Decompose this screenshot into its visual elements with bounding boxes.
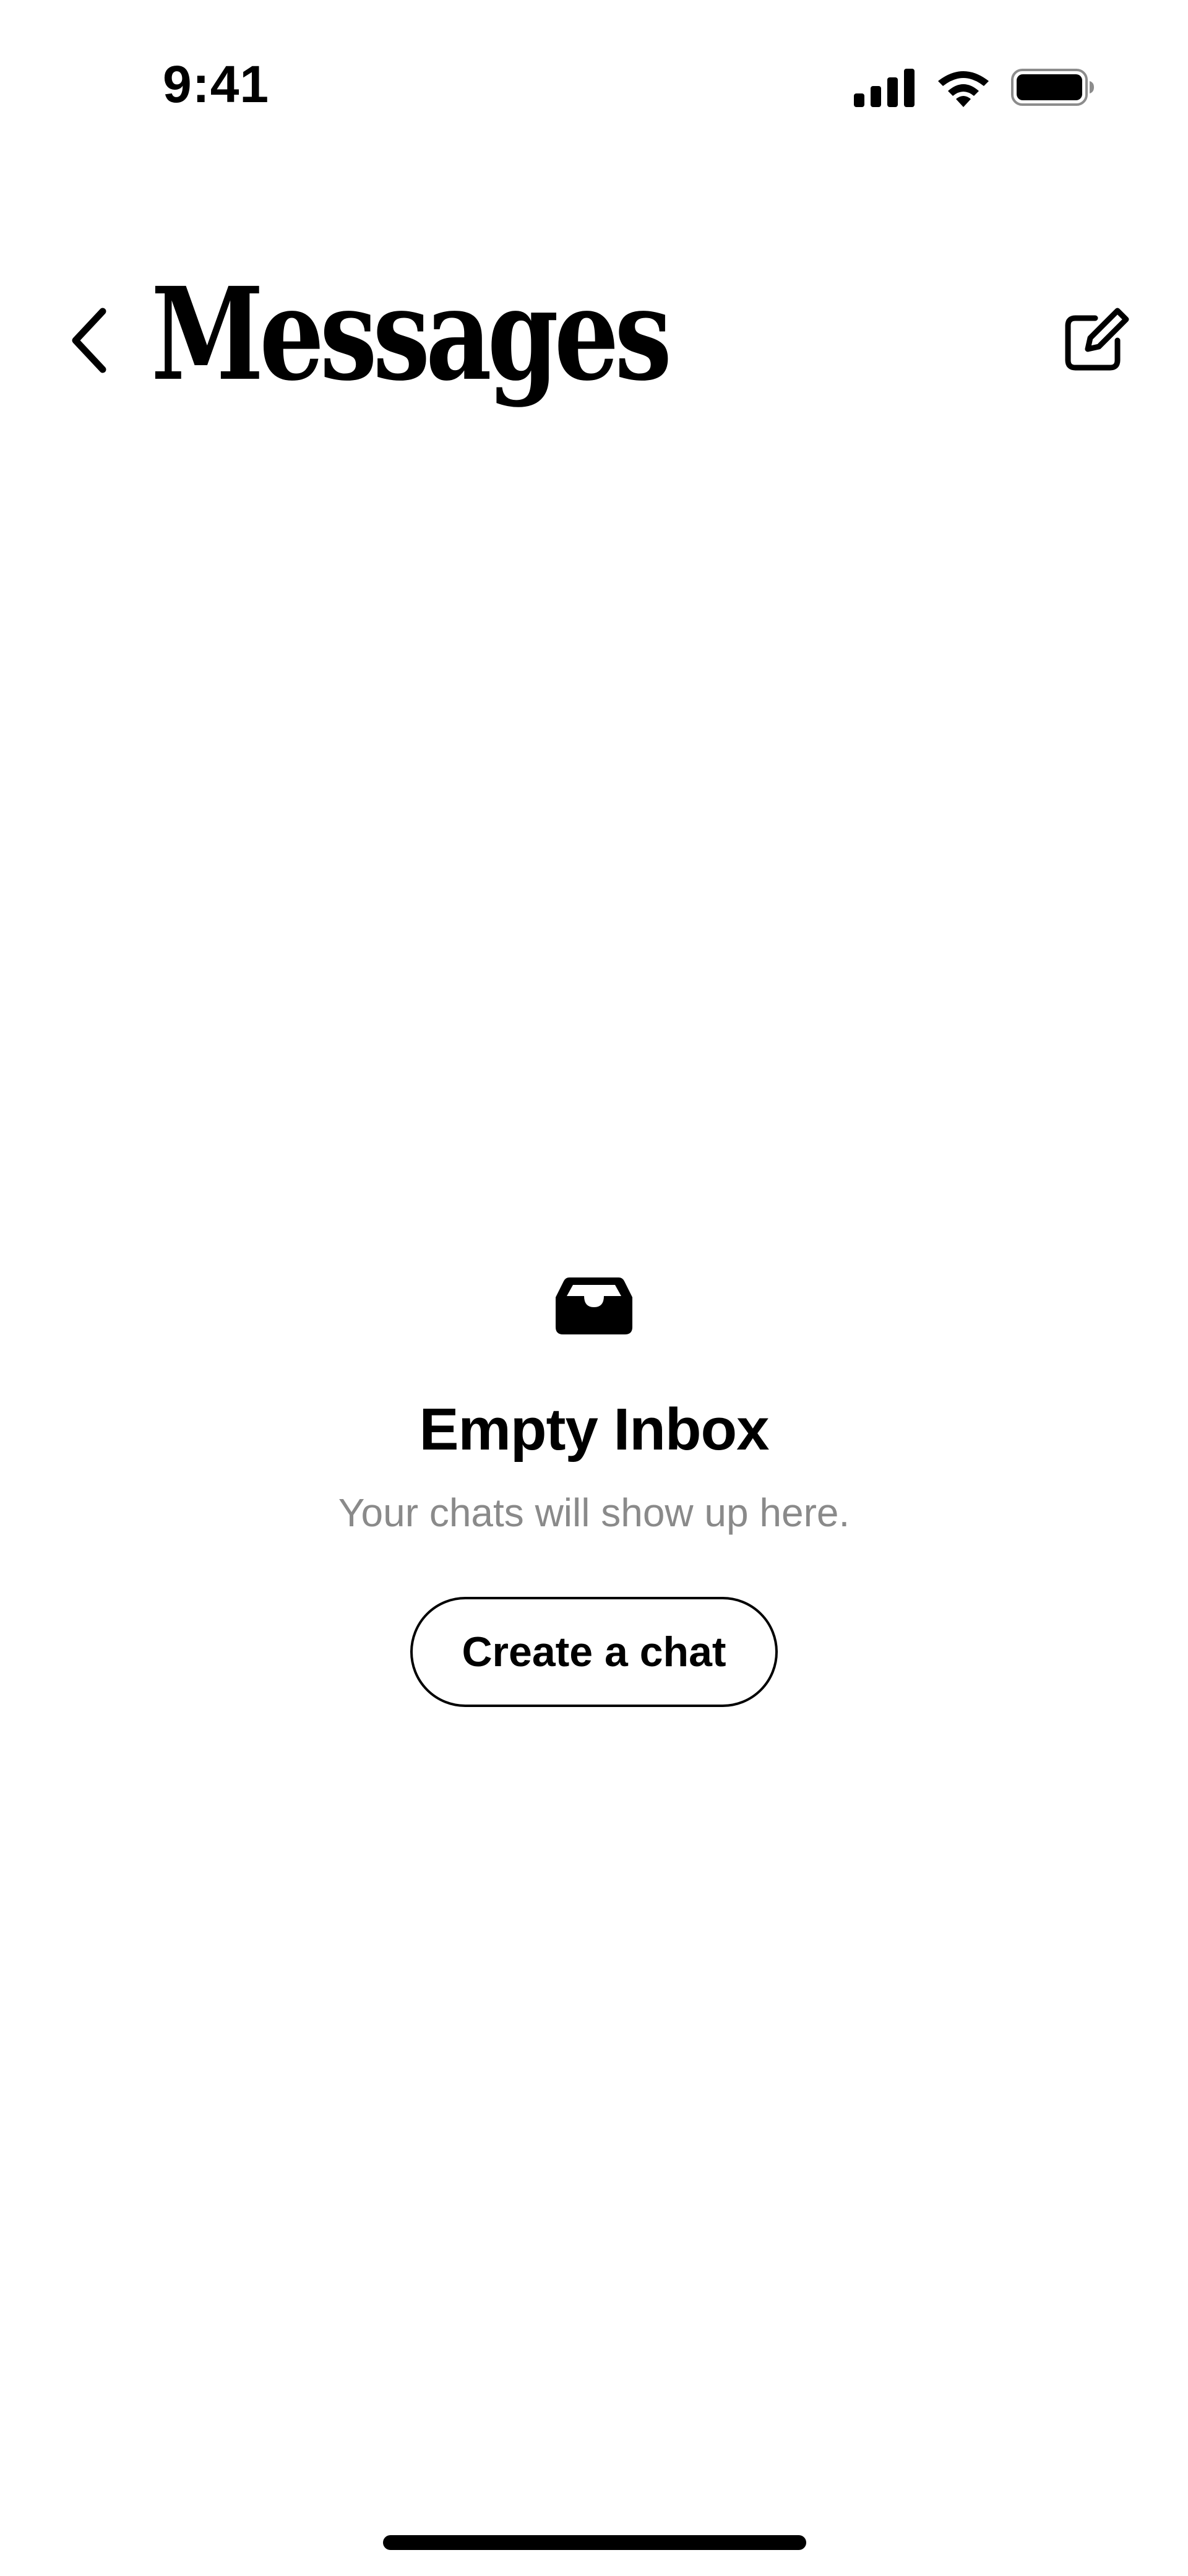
compose-icon [1065, 308, 1129, 371]
header: Messages [0, 260, 1188, 408]
battery-icon [1011, 69, 1094, 106]
status-bar: 9:41 [0, 0, 1188, 149]
page-title: Messages [151, 259, 672, 409]
inbox-icon [556, 1277, 632, 1334]
wifi-icon [938, 71, 989, 107]
empty-state: Empty Inbox Your chats will show up here… [0, 1275, 1188, 1707]
cellular-signal-icon [854, 69, 915, 107]
status-icons [854, 67, 1095, 108]
empty-inbox-subtitle: Your chats will show up here. [338, 1490, 850, 1535]
back-button[interactable] [54, 297, 123, 384]
compose-button[interactable] [1052, 297, 1138, 384]
empty-inbox-title: Empty Inbox [419, 1396, 769, 1463]
chevron-left-icon [72, 308, 106, 373]
status-time: 9:41 [163, 55, 270, 113]
home-indicator[interactable] [383, 2535, 806, 2550]
create-chat-button[interactable]: Create a chat [410, 1597, 778, 1707]
